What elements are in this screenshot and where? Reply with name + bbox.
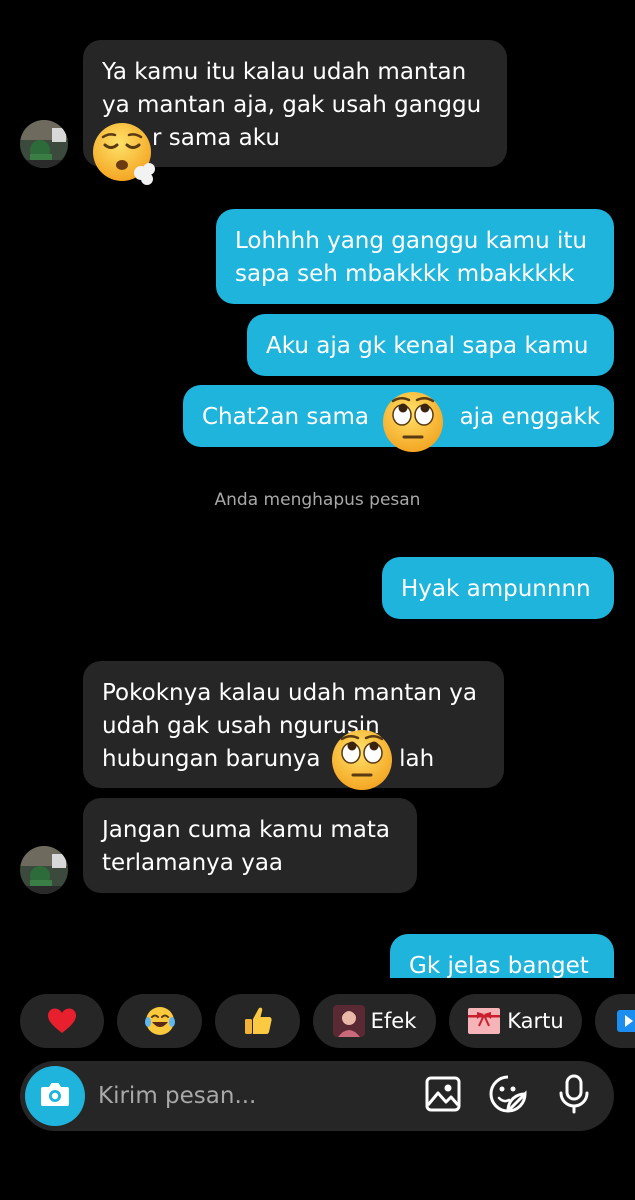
effects-button[interactable]: Efek (313, 994, 436, 1048)
message-line: sapa seh mbakkkk mbakkkkk (235, 261, 575, 287)
card-label: Kartu (507, 1009, 564, 1033)
message-line: terlamanya yaa (102, 850, 284, 876)
message-line: Ya kamu itu kalau udah mantan (102, 59, 467, 85)
message-line: Hyak ampunnnn (401, 576, 591, 602)
incoming-message[interactable]: Pokoknya kalau udah mantan ya udah gak u… (83, 661, 504, 788)
message-text: Chat2an sama (202, 404, 369, 430)
message-line: Pokoknya kalau udah mantan ya (102, 680, 477, 706)
microphone-icon (557, 1074, 591, 1118)
sticker-button[interactable] (488, 1074, 528, 1118)
outgoing-message[interactable]: Gk jelas banget (390, 934, 614, 978)
message-line: Gk jelas banget (409, 953, 589, 978)
eye-roll-emoji (329, 727, 395, 793)
heart-reaction-button[interactable] (20, 994, 104, 1048)
message-text: hubungan barunya (102, 746, 321, 772)
outgoing-message[interactable]: Aku aja gk kenal sapa kamu (247, 314, 614, 376)
message-line: Jangan cuma kamu mata (102, 817, 390, 843)
chat-thread: Ya kamu itu kalau udah mantan ya mantan … (0, 0, 635, 978)
outgoing-message[interactable]: Lohhhh yang ganggu kamu itu sapa seh mba… (216, 209, 614, 304)
thumbs-up-reaction-button[interactable] (215, 994, 300, 1048)
eye-roll-emoji (380, 389, 446, 455)
camera-button[interactable] (25, 1066, 85, 1126)
gallery-button[interactable] (423, 1076, 463, 1116)
more-reactions-button[interactable] (595, 994, 635, 1048)
quick-reactions-bar: Efek Kartu (0, 994, 635, 1048)
message-composer (20, 1061, 614, 1131)
message-text: aja enggakk (459, 404, 601, 430)
message-line: Lohhhh yang ganggu kamu itu (235, 228, 587, 254)
profile-photo (332, 1005, 365, 1037)
outgoing-message[interactable]: Hyak ampunnnn (382, 557, 614, 619)
play-icon (617, 1010, 635, 1032)
gift-card-icon (467, 1006, 501, 1036)
camera-icon (39, 1080, 71, 1112)
message-line: udah gak usah ngurusin (102, 713, 380, 739)
laughing-tears-icon (143, 1004, 177, 1038)
laugh-reaction-button[interactable] (117, 994, 202, 1048)
card-button[interactable]: Kartu (449, 994, 582, 1048)
message-text: lah (399, 746, 435, 772)
message-line: r sama aku (152, 125, 280, 151)
effects-label: Efek (370, 1009, 417, 1033)
image-icon (424, 1075, 462, 1117)
voice-message-button[interactable] (554, 1074, 594, 1118)
message-line: ya mantan aja, gak usah ganggu (102, 92, 482, 118)
thumbs-up-icon (242, 1005, 274, 1037)
contact-avatar[interactable] (20, 120, 68, 168)
incoming-message[interactable]: Jangan cuma kamu mata terlamanya yaa (83, 798, 417, 893)
sticker-icon (488, 1074, 528, 1118)
message-input[interactable] (98, 1061, 398, 1131)
contact-avatar[interactable] (20, 846, 68, 894)
deleted-message-note: Anda menghapus pesan (214, 490, 421, 510)
sleepy-face-emoji (91, 121, 157, 187)
heart-icon (47, 1007, 77, 1035)
message-line: Aku aja gk kenal sapa kamu (266, 333, 589, 359)
